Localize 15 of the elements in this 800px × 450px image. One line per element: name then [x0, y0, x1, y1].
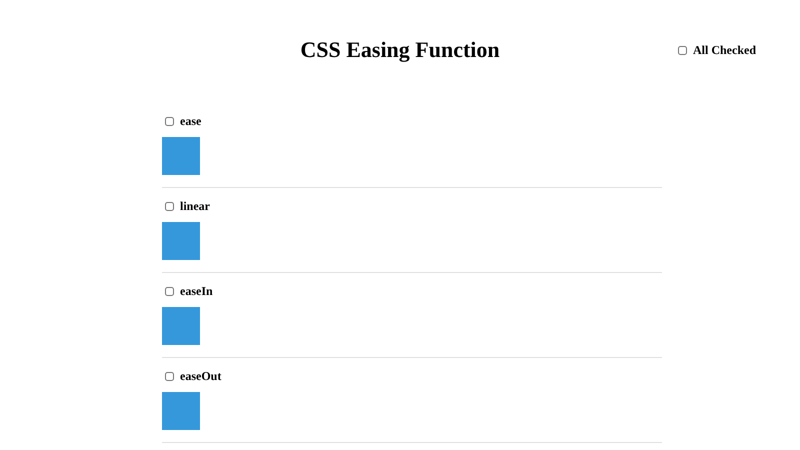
all-checked-label: All Checked — [693, 42, 756, 58]
easing-checkbox[interactable] — [165, 286, 174, 296]
animated-square — [162, 222, 200, 260]
easing-label: ease — [180, 114, 202, 128]
easing-label: easeIn — [180, 284, 213, 298]
easing-label: linear — [180, 198, 210, 214]
easing-checkbox[interactable] — [165, 116, 174, 126]
easing-checkbox[interactable] — [165, 202, 174, 210]
animated-square — [162, 307, 200, 345]
page-title: CSS Easing Function — [300, 36, 500, 64]
animated-square — [162, 137, 200, 175]
easing-label: easeOut — [180, 368, 222, 384]
animated-square — [162, 392, 200, 430]
easing-checkbox[interactable] — [165, 372, 174, 380]
all-checked-checkbox[interactable] — [678, 46, 687, 54]
